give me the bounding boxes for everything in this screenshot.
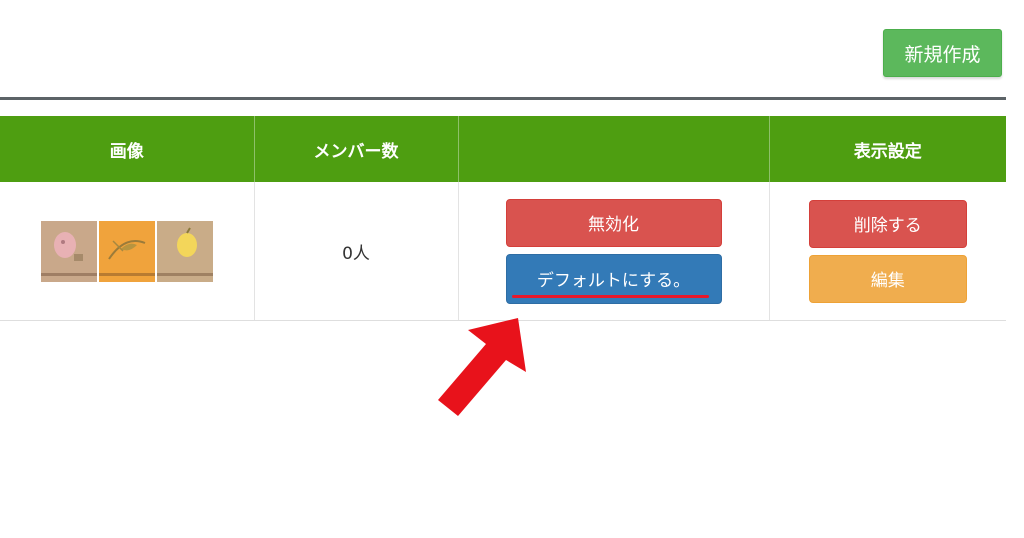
member-count-cell: 0人 <box>254 182 459 321</box>
column-header-image: 画像 <box>0 116 255 182</box>
column-header-display-settings: 表示設定 <box>769 116 1006 182</box>
member-settings-table: 画像 メンバー数 表示設定 0人 無効化 デフォルトにする。 削除する 編集 <box>0 116 1006 321</box>
delete-button[interactable]: 削除する <box>808 199 967 248</box>
header-divider <box>0 97 1006 100</box>
table-header-row: 画像 メンバー数 表示設定 <box>0 116 1006 182</box>
display-settings-cell: 削除する 編集 <box>769 182 1006 321</box>
edit-button[interactable]: 編集 <box>808 254 967 303</box>
thumbnail-1 <box>40 220 97 282</box>
column-header-actions <box>458 116 770 182</box>
red-underline-highlight <box>511 294 709 298</box>
set-default-label: デフォルトにする。 <box>536 271 691 291</box>
thumbnail-2 <box>98 220 155 282</box>
disable-button[interactable]: 無効化 <box>505 198 722 247</box>
set-default-button[interactable]: デフォルトにする。 <box>505 253 722 304</box>
new-create-button[interactable]: 新規作成 <box>883 29 1002 77</box>
thumbnail-3 <box>156 220 213 282</box>
image-thumbnails <box>40 220 213 282</box>
red-arrow-annotation <box>438 318 526 416</box>
table-row: 0人 無効化 デフォルトにする。 削除する 編集 <box>0 182 1006 321</box>
column-header-member-count: メンバー数 <box>254 116 459 182</box>
image-cell <box>0 182 255 321</box>
actions-cell: 無効化 デフォルトにする。 <box>458 182 770 321</box>
